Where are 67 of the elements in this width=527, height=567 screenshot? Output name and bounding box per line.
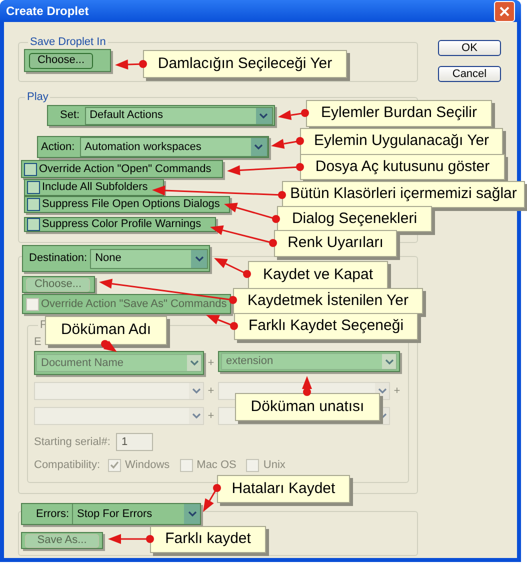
field-label: Set: xyxy=(60,108,80,124)
checkbox-label: Override Action "Open" Commands xyxy=(39,162,212,177)
callout-arrow xyxy=(203,484,221,512)
checkbox[interactable] xyxy=(27,198,40,211)
checkbox-label: Include All Subfolders xyxy=(42,180,148,196)
callout-tooltip: Döküman unatısı xyxy=(235,393,380,421)
caret-icon xyxy=(187,355,201,371)
dropdown[interactable]: Automation workspaces xyxy=(80,137,268,157)
checkbox-label: Suppress File Open Options Dialogs xyxy=(42,197,220,212)
group-label: Play xyxy=(26,91,50,103)
caret-icon xyxy=(191,250,208,268)
close-icon xyxy=(499,6,510,16)
checkbox[interactable] xyxy=(27,181,40,194)
caret-icon xyxy=(189,408,203,424)
checkbox-label: Override Action "Save As" Commands xyxy=(41,296,227,312)
callout-tooltip: Renk Uyarıları xyxy=(274,230,397,257)
checkbox-label: Suppress Color Profile Warnings xyxy=(42,217,202,232)
callout-tooltip: Farklı kaydet xyxy=(150,526,266,553)
caret-icon xyxy=(382,354,396,369)
callout-tooltip: Bütün Klasörleri içermemizi sağlar xyxy=(282,181,525,208)
field-label: E xyxy=(34,335,42,347)
close-button[interactable] xyxy=(494,0,515,22)
field-label: Action: xyxy=(41,140,75,155)
callout-tooltip: Dialog Seçenekleri xyxy=(277,206,432,232)
callout-tooltip: Eylemler Burdan Seçilir xyxy=(306,100,492,127)
plus-sign: + xyxy=(206,384,216,399)
field-label: Starting serial#: xyxy=(34,434,110,450)
callout-arrow xyxy=(115,60,147,70)
callout-tooltip: Damlacığın Seçileceği Yer xyxy=(143,50,347,78)
callout-arrow xyxy=(278,109,309,120)
dialog-button[interactable]: OK xyxy=(438,40,501,56)
callout-tooltip: Kaydet ve Kapat xyxy=(248,261,388,290)
checkbox-label: Windows xyxy=(125,458,170,473)
window-title: Create Droplet xyxy=(6,3,89,20)
callout-arrow xyxy=(101,340,117,352)
field-label: Compatibility: xyxy=(34,458,100,473)
caret-icon xyxy=(189,383,203,399)
plus-sign: + xyxy=(206,408,216,424)
callout-tooltip: Döküman Adı xyxy=(45,316,167,345)
checkbox[interactable] xyxy=(27,218,40,231)
callout-tooltip: Kaydetmek İstenilen Yer xyxy=(233,288,423,314)
dropdown[interactable]: Default Actions xyxy=(84,106,273,124)
plus-sign: + xyxy=(392,384,402,399)
callout-arrow xyxy=(271,137,304,149)
caret-icon xyxy=(250,138,267,156)
callout-arrow xyxy=(224,202,280,223)
callout-arrow xyxy=(206,315,238,330)
callout-tooltip: Farklı Kaydet Seçeneği xyxy=(234,313,418,340)
dropdown[interactable]: Stop For Errors xyxy=(72,504,200,524)
plus-sign: + xyxy=(206,356,216,371)
callout-tooltip: Hataları Kaydet xyxy=(217,475,350,503)
callout-arrow xyxy=(108,534,154,544)
field-label: Destination: xyxy=(29,251,88,266)
checkbox-label: Unix xyxy=(263,458,286,473)
dropdown[interactable]: None xyxy=(90,248,208,268)
checkbox-label: Mac OS xyxy=(196,458,236,473)
callout-tooltip: Eylemin Uygulanacağı Yer xyxy=(300,128,503,155)
caret-icon xyxy=(256,108,272,124)
group-label: Save Droplet In xyxy=(29,36,107,48)
checkbox[interactable] xyxy=(24,162,37,176)
button[interactable]: Choose... xyxy=(29,52,93,68)
callout-arrow xyxy=(210,225,277,247)
field-label: Errors: xyxy=(36,506,69,522)
callout-arrow xyxy=(302,376,312,396)
caret-icon xyxy=(184,504,200,524)
dialog-button[interactable]: Cancel xyxy=(438,66,501,82)
callout-tooltip: Dosya Aç kutusunu göster xyxy=(300,154,505,180)
